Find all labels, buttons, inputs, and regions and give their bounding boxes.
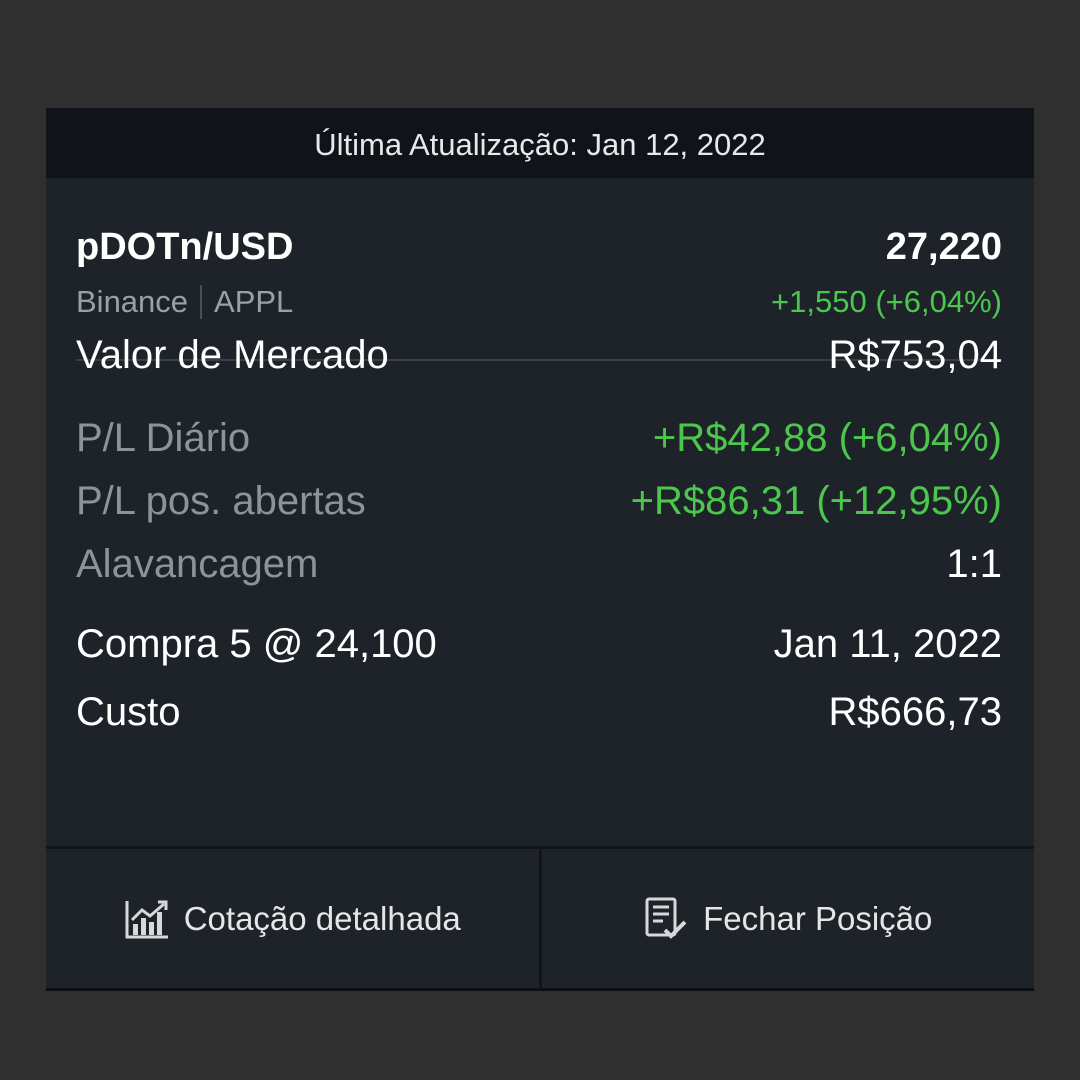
close-position-label: Fechar Posição: [703, 900, 933, 937]
last-update-text: Última Atualização: Jan 12, 2022: [314, 127, 766, 162]
exchange-separator: [200, 285, 203, 319]
leverage-label: Alavancagem: [76, 542, 319, 586]
last-update-bar: Última Atualização: Jan 12, 2022: [46, 108, 1034, 178]
daily-pl-value: +R$42,88 (+6,04%): [652, 416, 1002, 460]
chart-icon: [125, 900, 168, 939]
market-value-row: Valor de Mercado R$753,04: [76, 331, 1002, 379]
exchange-name: Binance: [76, 284, 189, 319]
trade-date: Jan 11, 2022: [773, 622, 1002, 666]
trade-row: Compra 5 @ 24,100 Jan 11, 2022: [76, 620, 1002, 668]
detailed-quote-button[interactable]: Cotação detalhada: [46, 849, 539, 989]
market-value-label: Valor de Mercado: [76, 333, 389, 377]
card-bottom-border: [46, 988, 1034, 991]
price-change: +1,550 (+6,04%): [771, 284, 1002, 319]
cost-label: Custo: [76, 690, 181, 734]
daily-pl-row: P/L Diário +R$42,88 (+6,04%): [76, 414, 1002, 462]
trade-label: Compra 5 @ 24,100: [76, 622, 437, 666]
ticker-name: APPL: [214, 284, 294, 319]
open-pl-row: P/L pos. abertas +R$86,31 (+12,95%): [76, 477, 1002, 525]
action-bar: Cotação detalhada Fechar Posição: [46, 846, 1034, 989]
current-price: 27,220: [885, 226, 1002, 268]
market-value: R$753,04: [828, 333, 1002, 377]
close-position-button[interactable]: Fechar Posição: [538, 849, 1035, 989]
open-pl-value: +R$86,31 (+12,95%): [630, 479, 1002, 523]
leverage-value: 1:1: [946, 542, 1002, 586]
exchange-info: Binance APPL: [76, 284, 293, 320]
document-check-icon: [645, 897, 687, 939]
open-pl-label: P/L pos. abertas: [76, 479, 366, 523]
instrument-symbol: pDOTn/USD: [76, 226, 294, 268]
detailed-quote-label: Cotação detalhada: [183, 900, 461, 937]
leverage-row: Alavancagem 1:1: [76, 540, 1002, 588]
cost-value: R$666,73: [828, 690, 1002, 734]
cost-row: Custo R$666,73: [76, 688, 1002, 736]
position-card: Última Atualização: Jan 12, 2022 pDOTn/U…: [46, 108, 1034, 991]
daily-pl-label: P/L Diário: [76, 416, 251, 460]
